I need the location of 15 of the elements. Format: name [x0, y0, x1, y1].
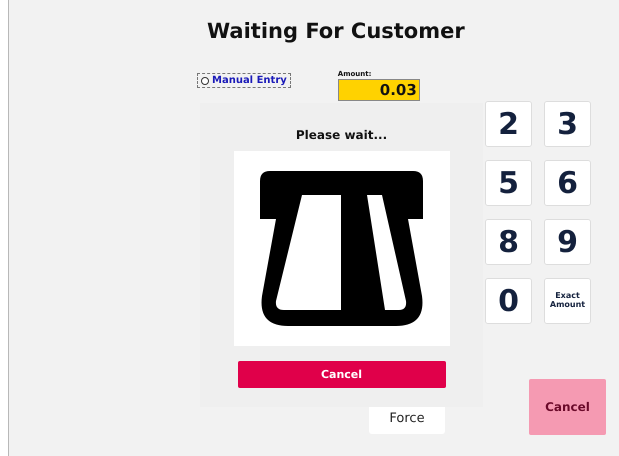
keypad-key[interactable]: Exact Amount: [544, 278, 591, 324]
keypad-key[interactable]: 3: [544, 101, 591, 147]
dialog-message: Please wait...: [296, 128, 388, 142]
cancel-button[interactable]: Cancel: [529, 379, 606, 435]
card-reader-icon: [260, 171, 423, 326]
keypad-key[interactable]: 9: [544, 219, 591, 265]
amount-field[interactable]: 0.03: [338, 79, 420, 101]
keypad-key[interactable]: 2: [485, 101, 532, 147]
dialog-cancel-button[interactable]: Cancel: [238, 361, 446, 388]
screen-title: Waiting For Customer: [206, 18, 466, 45]
keypad-key[interactable]: 0: [485, 278, 532, 324]
keypad-key[interactable]: 6: [544, 160, 591, 206]
keypad-key[interactable]: 8: [485, 219, 532, 265]
manual-entry-radio[interactable]: Manual Entry: [197, 73, 291, 88]
keypad-key[interactable]: 5: [485, 160, 532, 206]
